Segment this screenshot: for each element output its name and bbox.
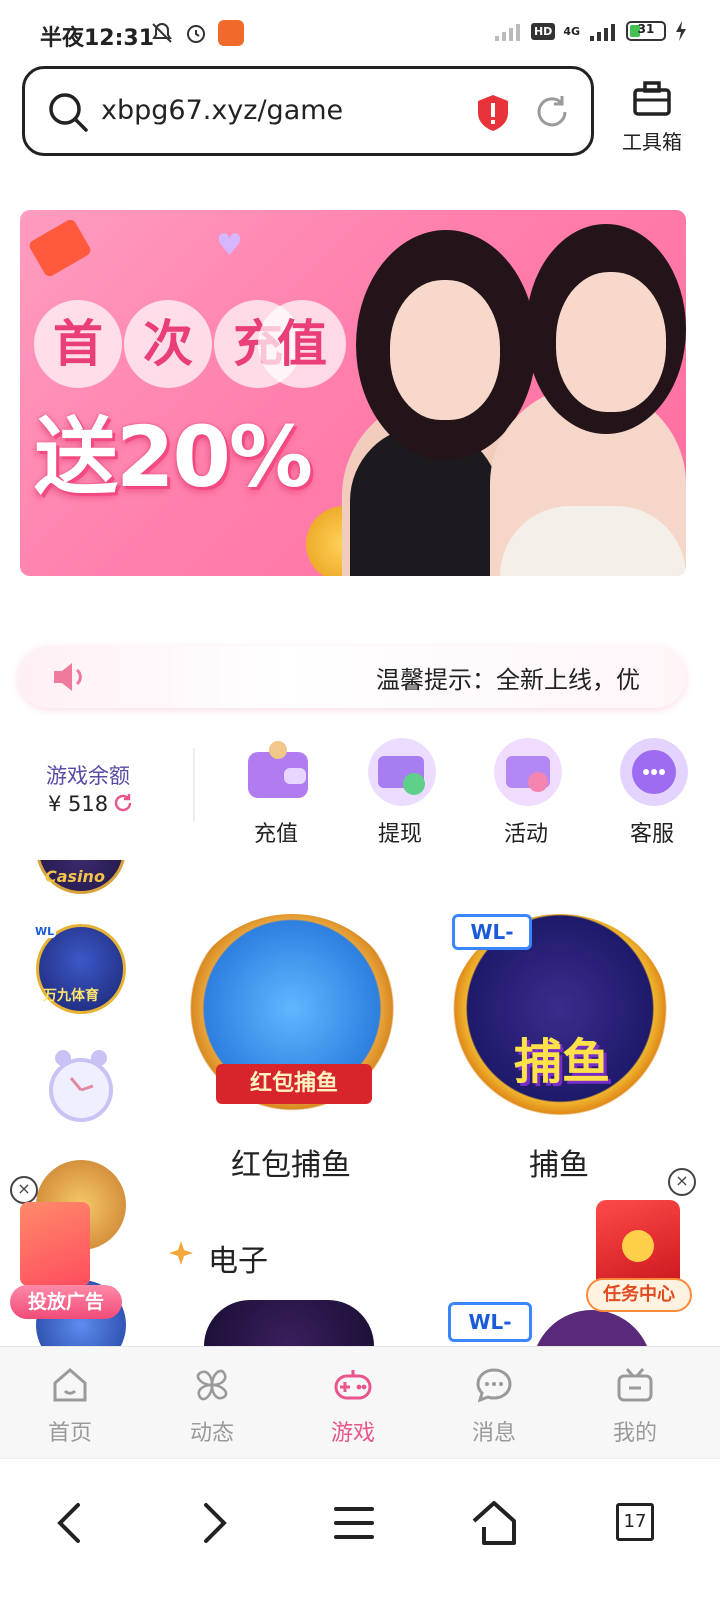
refresh-balance-icon[interactable] — [112, 792, 134, 814]
menu-icon[interactable] — [324, 1493, 384, 1553]
tab-messages[interactable]: 消息 — [444, 1357, 544, 1447]
divider — [193, 748, 195, 822]
recharge-button[interactable]: 充值 — [228, 730, 324, 850]
banner-headline-char: 首 — [34, 300, 122, 388]
tab-label: 首页 — [47, 1421, 92, 1446]
banner-headline-char: 值 — [258, 300, 346, 388]
alarm-clock-thumb-icon[interactable] — [36, 1040, 126, 1130]
customer-service-label: 客服 — [629, 822, 674, 847]
signal-strong-icon — [590, 24, 615, 41]
withdraw-button[interactable]: 提现 — [352, 730, 448, 850]
status-time: 半夜12:31 — [40, 26, 155, 51]
customer-service-icon — [620, 738, 688, 806]
mute-bell-icon — [152, 22, 172, 43]
event-button[interactable]: 活动 — [478, 730, 574, 850]
balance-value: ¥ 518 — [48, 792, 109, 816]
bottom-tab-bar: 首页 动态 游戏 消息 我的 — [0, 1346, 720, 1458]
recharge-label: 充值 — [253, 822, 298, 847]
tab-games[interactable]: 游戏 — [303, 1357, 403, 1447]
side-thumb-casino[interactable]: Casino — [36, 860, 126, 894]
side-thumb-badge: WL — [33, 925, 57, 938]
forward-arrow-icon[interactable] — [184, 1493, 244, 1553]
ad-label[interactable]: 投放广告 — [10, 1285, 122, 1319]
event-card-icon — [494, 738, 562, 806]
toolbox-icon — [633, 81, 671, 116]
fishing-art: 捕鱼 WL- — [450, 914, 670, 1124]
game-art-badge: 捕鱼 — [513, 1034, 610, 1090]
red-packet-fishing-art: 红包捕鱼 — [182, 914, 402, 1124]
game-card-red-packet-fishing[interactable]: 红包捕鱼 红包捕鱼 — [176, 906, 406, 1186]
tab-label: 消息 — [471, 1421, 516, 1446]
red-envelope-decoration — [27, 217, 93, 279]
side-thumb-badge: Casino — [45, 867, 105, 886]
hd-badge: HD — [530, 22, 556, 40]
reload-icon[interactable] — [533, 93, 571, 131]
game-card-peek-left[interactable] — [204, 1300, 374, 1346]
wl-badge: WL- — [452, 914, 532, 950]
status-notification-icons — [150, 20, 244, 46]
tab-label: 动态 — [189, 1421, 234, 1446]
wl-badge: WL- — [448, 1302, 532, 1342]
tabs-button[interactable]: 17 — [606, 1493, 666, 1553]
withdraw-label: 提现 — [377, 822, 422, 847]
security-warning-shield-icon[interactable] — [475, 93, 511, 133]
model-face-left — [390, 280, 500, 420]
model-face-right — [556, 272, 666, 412]
game-art-badge: 红包捕鱼 — [216, 1064, 372, 1104]
back-arrow-icon[interactable] — [40, 1493, 100, 1553]
gamepad-icon — [334, 1370, 372, 1400]
notice-marquee[interactable]: 温馨提示：全新上线，优 — [18, 646, 686, 708]
pinwheel-icon — [196, 1369, 228, 1401]
chat-bubble-icon — [476, 1368, 512, 1403]
balance-label: 游戏余额 — [46, 764, 130, 788]
banner-promo-text: 送20% — [34, 408, 313, 506]
url-text[interactable]: xbpg67.xyz/game — [101, 95, 343, 126]
status-bar: 半夜12:31 HD 4G 31 — [0, 0, 720, 64]
game-label: 捕鱼 — [529, 1148, 589, 1183]
withdraw-card-icon — [368, 738, 436, 806]
battery-icon: 31 — [626, 21, 666, 41]
customer-service-button[interactable]: 客服 — [604, 730, 700, 850]
side-thumb-sports[interactable]: WL 万九体育 — [33, 924, 126, 1014]
signal-weak-icon — [494, 24, 520, 41]
heart-icon: ♥ — [216, 228, 243, 263]
gold-coin — [622, 1230, 654, 1262]
home-icon — [53, 1368, 87, 1402]
home-nav-icon[interactable] — [464, 1493, 524, 1553]
section-title-slots: 电子 — [208, 1244, 268, 1279]
ad-envelope-art — [20, 1202, 90, 1286]
tab-label: 我的 — [612, 1421, 657, 1446]
tab-home[interactable]: 首页 — [20, 1357, 120, 1447]
game-label: 红包捕鱼 — [231, 1148, 351, 1183]
app-notification-icon — [218, 20, 244, 46]
side-thumb-title: 万九体育 — [43, 988, 99, 1004]
speaker-icon — [54, 663, 82, 691]
toolbox-label: 工具箱 — [622, 130, 682, 154]
game-card-fishing[interactable]: 捕鱼 WL- 捕鱼 — [444, 906, 674, 1186]
tv-icon — [617, 1368, 653, 1402]
charging-bolt-icon — [676, 21, 686, 41]
address-bar[interactable]: xbpg67.xyz/game — [22, 66, 594, 156]
network-type: 4G — [563, 24, 580, 38]
tab-moments[interactable]: 动态 — [162, 1357, 262, 1447]
event-label: 活动 — [503, 822, 548, 847]
task-center-label[interactable]: 任务中心 — [586, 1278, 692, 1312]
promo-banner[interactable]: ♥ 首 次 充 值 送20% — [20, 210, 686, 576]
notice-text: 温馨提示：全新上线，优 — [376, 666, 640, 694]
tab-profile[interactable]: 我的 — [585, 1357, 685, 1447]
wallet-icon — [248, 741, 308, 798]
search-icon — [49, 93, 88, 132]
toolbox-button[interactable]: 工具箱 — [612, 78, 692, 158]
browser-navigation-bar: 17 — [0, 1458, 720, 1600]
battery-percent: 31 — [637, 22, 655, 36]
banner-headline-char: 次 — [124, 300, 212, 388]
tab-count: 17 — [616, 1503, 654, 1541]
close-task-button[interactable]: × — [668, 1168, 696, 1196]
status-system-icons: HD 4G 31 — [493, 20, 688, 42]
tab-label: 游戏 — [330, 1421, 375, 1446]
alarm-clock-icon — [187, 25, 205, 43]
